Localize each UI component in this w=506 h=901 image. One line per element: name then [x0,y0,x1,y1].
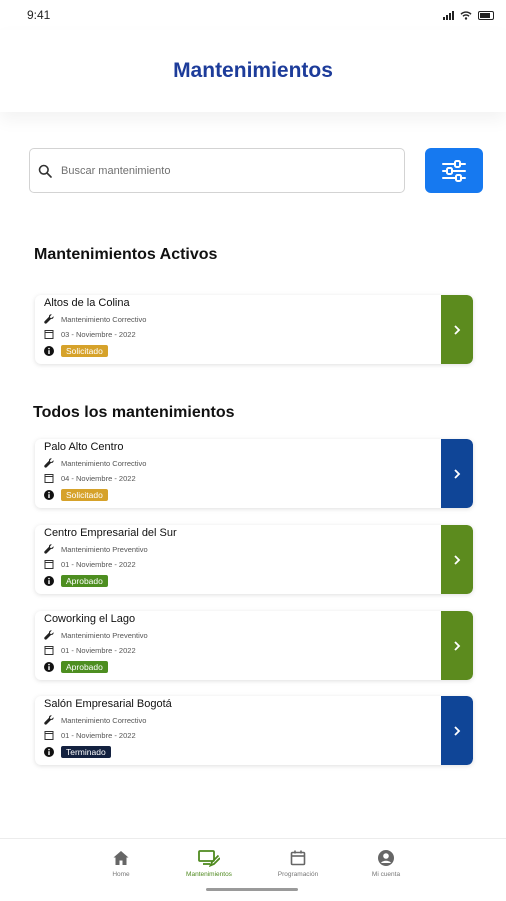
info-icon [44,747,54,757]
card-status-row: Aprobado [44,661,108,673]
status-badge: Solicitado [61,489,108,501]
app-header: Mantenimientos [0,30,506,112]
calendar-icon [44,330,54,339]
calendar-icon [44,560,54,569]
card-type-row: Mantenimiento Preventivo [44,544,148,554]
calendar-icon [44,646,54,655]
wifi-icon [460,10,472,20]
status-icons [443,10,494,20]
nav-label-mi-cuenta: Mi cuenta [371,871,401,878]
nav-label-home: Home [112,871,130,878]
account-icon [378,850,394,866]
status-badge: Aprobado [61,575,108,587]
card-status-row: Aprobado [44,575,108,587]
card-status-row: Solicitado [44,345,108,357]
wrench-icon [44,630,54,640]
card-type: Mantenimiento Correctivo [61,715,147,725]
card-date: 01 - Noviembre - 2022 [61,559,136,569]
card-type: Mantenimiento Preventivo [61,630,148,640]
info-icon [44,346,54,356]
calendar-icon [44,731,54,740]
filter-sliders-icon [442,159,466,182]
active-section-title: Mantenimientos Activos [34,246,218,263]
card-title: Centro Empresarial del Sur [44,527,177,539]
wrench-icon [44,458,54,468]
card-date: 01 - Noviembre - 2022 [61,645,136,655]
info-icon [44,490,54,500]
chevron-right-icon [454,554,461,565]
status-bar: 9:41 [0,0,506,30]
card-type: Mantenimiento Preventivo [61,544,148,554]
nav-item-mantenimientos[interactable]: Mantenimientos [164,849,254,878]
card-title: Coworking el Lago [44,613,136,625]
maintenance-card[interactable]: Salón Empresarial Bogotá Mantenimiento C… [35,696,473,765]
maintenance-card[interactable]: Palo Alto Centro Mantenimiento Correctiv… [35,439,473,508]
card-status-row: Solicitado [44,489,108,501]
info-icon [44,662,54,672]
bottom-navigation: Home Mantenimientos Programación Mi cuen… [0,838,506,901]
card-type-row: Mantenimiento Correctivo [44,715,146,725]
wrench-icon [44,314,54,324]
card-date-row: 03 - Noviembre - 2022 [44,329,136,339]
card-open-button[interactable] [441,525,473,594]
card-date: 03 - Noviembre - 2022 [61,329,136,339]
card-title: Palo Alto Centro [44,441,124,453]
home-icon [113,851,129,865]
chevron-right-icon [454,725,461,736]
maintenance-icon [198,850,220,867]
cellular-signal-icon [443,10,454,20]
card-date-row: 01 - Noviembre - 2022 [44,730,136,740]
nav-item-home[interactable]: Home [76,849,166,878]
info-icon [44,576,54,586]
status-badge: Terminado [61,746,111,758]
search-input[interactable] [59,163,404,178]
card-open-button[interactable] [441,295,473,364]
status-badge: Aprobado [61,661,108,673]
maintenance-card[interactable]: Altos de la Colina Mantenimiento Correct… [35,295,473,364]
nav-item-mi-cuenta[interactable]: Mi cuenta [341,849,431,878]
wrench-icon [44,715,54,725]
all-section-title: Todos los mantenimientos [33,404,235,421]
status-time: 9:41 [27,8,51,22]
nav-label-programacion: Programación [277,871,319,878]
battery-icon [478,10,494,20]
maintenance-card[interactable]: Coworking el Lago Mantenimiento Preventi… [35,611,473,680]
calendar-icon [44,474,54,483]
card-type-row: Mantenimiento Preventivo [44,630,148,640]
card-date-row: 01 - Noviembre - 2022 [44,645,136,655]
chevron-right-icon [454,640,461,651]
card-status-row: Terminado [44,746,111,758]
calendar-icon [290,850,306,866]
card-open-button[interactable] [441,696,473,765]
page-title: Mantenimientos [173,59,333,82]
card-title: Altos de la Colina [44,297,130,309]
card-open-button[interactable] [441,439,473,508]
card-type: Mantenimiento Correctivo [61,458,147,468]
card-date: 01 - Noviembre - 2022 [61,730,136,740]
wrench-icon [44,544,54,554]
card-date: 04 - Noviembre - 2022 [61,473,136,483]
home-indicator [206,888,298,891]
card-type-row: Mantenimiento Correctivo [44,314,146,324]
card-open-button[interactable] [441,611,473,680]
nav-item-programacion[interactable]: Programación [253,849,343,878]
card-date-row: 04 - Noviembre - 2022 [44,473,136,483]
card-type-row: Mantenimiento Correctivo [44,458,146,468]
card-date-row: 01 - Noviembre - 2022 [44,559,136,569]
chevron-right-icon [454,324,461,335]
search-box[interactable] [29,148,405,193]
card-type: Mantenimiento Correctivo [61,314,147,324]
search-icon [38,164,52,178]
status-badge: Solicitado [61,345,108,357]
filter-button[interactable] [425,148,483,193]
maintenance-card[interactable]: Centro Empresarial del Sur Mantenimiento… [35,525,473,594]
nav-label-mantenimientos: Mantenimientos [186,871,232,878]
chevron-right-icon [454,468,461,479]
card-title: Salón Empresarial Bogotá [44,698,172,710]
